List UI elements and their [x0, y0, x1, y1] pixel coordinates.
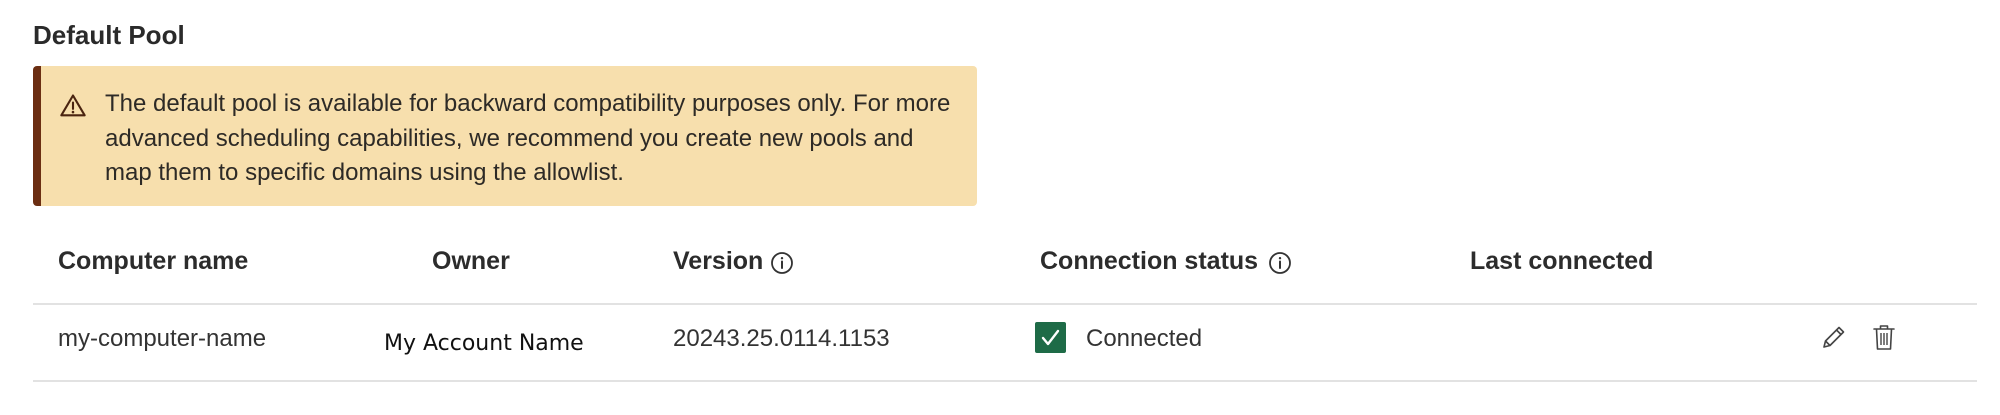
- column-header-last-connected[interactable]: Last connected: [1470, 247, 1653, 276]
- delete-trash-icon[interactable]: [1868, 321, 1900, 353]
- column-header-owner[interactable]: Owner: [432, 247, 510, 276]
- header-divider: [33, 303, 1977, 305]
- column-header-version[interactable]: Version: [673, 247, 763, 276]
- edit-pencil-icon[interactable]: [1818, 321, 1850, 353]
- row-divider: [33, 380, 1977, 382]
- column-header-connection-status[interactable]: Connection status: [1040, 247, 1258, 276]
- version-info-icon[interactable]: [770, 251, 794, 275]
- section-title: Default Pool: [33, 20, 185, 50]
- connected-check-icon: [1035, 322, 1066, 353]
- warning-banner: The default pool is available for backwa…: [33, 66, 977, 206]
- column-header-computer-name[interactable]: Computer name: [58, 247, 248, 276]
- owner-cell: My Account Name: [384, 331, 584, 356]
- banner-message: The default pool is available for backwa…: [105, 90, 951, 186]
- warning-triangle-icon: [60, 94, 86, 117]
- connection-status-cell: Connected: [1086, 325, 1203, 352]
- computer-name-cell: my-computer-name: [58, 325, 267, 352]
- connection-status-info-icon[interactable]: [1268, 251, 1292, 275]
- version-cell: 20243.25.0114.1153: [673, 325, 890, 352]
